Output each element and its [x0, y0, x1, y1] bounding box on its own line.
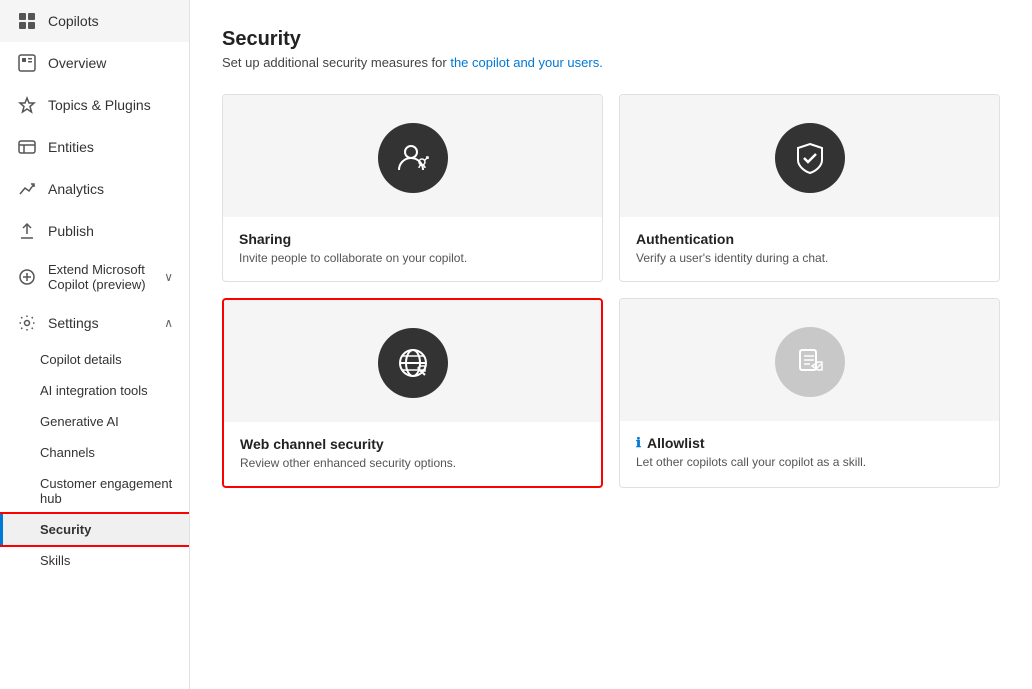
page-title: Security	[222, 28, 1000, 51]
topics-plugins-icon	[16, 94, 38, 116]
overview-icon	[16, 52, 38, 74]
entities-icon	[16, 136, 38, 158]
authentication-card-title: Authentication	[636, 231, 828, 247]
sidebar-item-settings[interactable]: Settings ∧	[0, 302, 189, 344]
authentication-card-icon	[775, 123, 845, 193]
extend-copilot-icon	[16, 266, 38, 288]
sidebar-item-topics-plugins[interactable]: Topics & Plugins	[0, 84, 189, 126]
sidebar-item-publish[interactable]: Publish	[0, 210, 189, 252]
subtitle-link[interactable]: the copilot and your users.	[450, 55, 602, 70]
sidebar-sub-customer-engagement-label: Customer engagement hub	[40, 476, 173, 506]
sidebar-sub-security[interactable]: Security	[0, 514, 189, 545]
publish-icon	[16, 220, 38, 242]
sidebar-sub-ai-integration-label: AI integration tools	[40, 383, 148, 398]
sidebar-item-overview-label: Overview	[48, 55, 106, 71]
sidebar-sub-skills[interactable]: Skills	[0, 545, 189, 576]
sharing-card[interactable]: Sharing Invite people to collaborate on …	[222, 94, 603, 282]
authentication-card[interactable]: Authentication Verify a user's identity …	[619, 94, 1000, 282]
sharing-card-desc: Invite people to collaborate on your cop…	[239, 251, 467, 265]
web-channel-security-card[interactable]: Web channel security Review other enhanc…	[222, 298, 603, 488]
sharing-card-icon	[378, 123, 448, 193]
security-cards-grid: Sharing Invite people to collaborate on …	[222, 94, 1000, 488]
sidebar-item-extend-label: Extend Microsoft Copilot (preview)	[48, 262, 154, 292]
sidebar-item-copilots[interactable]: Copilots	[0, 0, 189, 42]
chevron-down-icon: ∨	[164, 270, 173, 284]
allowlist-card[interactable]: ℹ Allowlist Let other copilots call your…	[619, 298, 1000, 488]
analytics-icon	[16, 178, 38, 200]
allowlist-card-desc: Let other copilots call your copilot as …	[636, 455, 866, 469]
sidebar-item-entities[interactable]: Entities	[0, 126, 189, 168]
sharing-card-icon-area	[223, 95, 602, 217]
web-channel-security-card-title: Web channel security	[240, 436, 456, 452]
sidebar: Copilots Overview Topics & Plugins Entit…	[0, 0, 190, 689]
allowlist-card-icon-area	[620, 299, 999, 421]
sidebar-sub-copilot-details[interactable]: Copilot details	[0, 344, 189, 375]
sidebar-sub-copilot-details-label: Copilot details	[40, 352, 122, 367]
web-channel-security-card-desc: Review other enhanced security options.	[240, 456, 456, 470]
web-channel-security-card-icon	[378, 328, 448, 398]
sidebar-item-publish-label: Publish	[48, 223, 94, 239]
sidebar-item-analytics[interactable]: Analytics	[0, 168, 189, 210]
allowlist-info-icon: ℹ	[636, 435, 641, 451]
sidebar-sub-security-label: Security	[40, 522, 91, 537]
sidebar-sub-ai-integration[interactable]: AI integration tools	[0, 375, 189, 406]
allowlist-card-icon	[775, 327, 845, 397]
settings-icon	[16, 312, 38, 334]
chevron-up-icon: ∧	[164, 316, 173, 330]
sidebar-sub-customer-engagement[interactable]: Customer engagement hub	[0, 468, 189, 514]
sidebar-sub-generative-ai[interactable]: Generative AI	[0, 406, 189, 437]
sidebar-sub-channels[interactable]: Channels	[0, 437, 189, 468]
sharing-card-title: Sharing	[239, 231, 467, 247]
sidebar-item-settings-label: Settings	[48, 315, 154, 331]
sidebar-item-extend-copilot[interactable]: Extend Microsoft Copilot (preview) ∨	[0, 252, 189, 302]
sidebar-item-overview[interactable]: Overview	[0, 42, 189, 84]
web-channel-security-card-icon-area	[224, 300, 601, 422]
allowlist-card-title: ℹ Allowlist	[636, 435, 866, 451]
sidebar-item-topics-label: Topics & Plugins	[48, 97, 151, 113]
authentication-card-desc: Verify a user's identity during a chat.	[636, 251, 828, 265]
allowlist-card-body: ℹ Allowlist Let other copilots call your…	[620, 421, 882, 485]
sidebar-sub-generative-ai-label: Generative AI	[40, 414, 119, 429]
sidebar-item-analytics-label: Analytics	[48, 181, 104, 197]
page-subtitle: Set up additional security measures for …	[222, 55, 1000, 70]
authentication-card-icon-area	[620, 95, 999, 217]
sharing-card-body: Sharing Invite people to collaborate on …	[223, 217, 483, 281]
main-content: Security Set up additional security meas…	[190, 0, 1032, 689]
sidebar-sub-skills-label: Skills	[40, 553, 70, 568]
copilots-icon	[16, 10, 38, 32]
sidebar-sub-channels-label: Channels	[40, 445, 95, 460]
sidebar-item-copilots-label: Copilots	[48, 13, 99, 29]
web-channel-security-card-body: Web channel security Review other enhanc…	[224, 422, 472, 486]
sidebar-item-entities-label: Entities	[48, 139, 94, 155]
authentication-card-body: Authentication Verify a user's identity …	[620, 217, 844, 281]
